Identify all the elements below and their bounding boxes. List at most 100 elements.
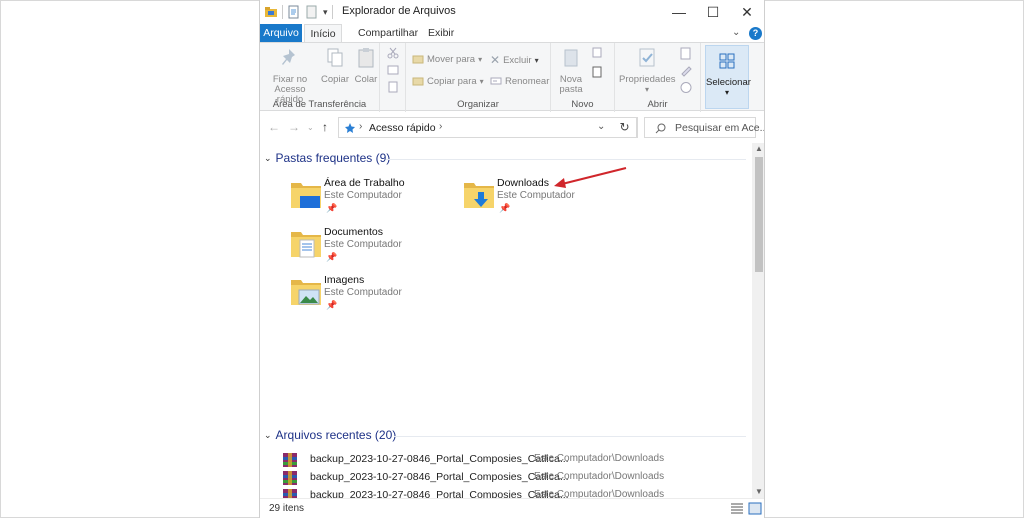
delete-label: Excluir: [503, 54, 532, 66]
breadcrumb-chevron-icon[interactable]: ›: [359, 121, 362, 132]
organize-group-label: Organizar: [457, 99, 499, 110]
details-view-icon[interactable]: [730, 502, 744, 515]
vertical-scrollbar[interactable]: ▲ ▼: [752, 143, 764, 498]
explorer-app-icon[interactable]: [264, 5, 278, 19]
recent-file-location: Este Computador\Downloads: [534, 471, 665, 482]
rename-button[interactable]: Renomear: [490, 75, 549, 87]
ribbon: Fixar no Acesso rápido Copiar Colar Área…: [260, 42, 764, 112]
pictures-folder-icon: [291, 280, 321, 305]
copy-to-button[interactable]: Copiar para ▾: [412, 75, 484, 87]
clipboard-group-label: Área de Transferência: [272, 99, 367, 110]
folder-tile-pictures[interactable]: Imagens Este Computador 📌: [290, 274, 450, 316]
close-button[interactable]: ✕: [730, 0, 764, 24]
organize-group: Mover para ▾ Copiar para ▾ ✕ Excluir ▾ Reno…: [405, 43, 551, 112]
recent-files-header[interactable]: ⌄ Arquivos recentes (20): [264, 428, 396, 442]
properties-button[interactable]: Propriedades ▾: [619, 47, 676, 95]
tab-compartilhar[interactable]: Compartilhar: [350, 24, 426, 43]
cut-icon[interactable]: [387, 47, 399, 59]
pinned-icon: 📌: [326, 300, 338, 310]
properties-icon: [639, 48, 655, 67]
open-group-label: Abrir: [647, 99, 668, 110]
move-to-label: Mover para: [427, 53, 476, 65]
qat-dropdown-icon[interactable]: ▾: [323, 7, 328, 18]
archive-file-icon: [283, 471, 297, 485]
paste-shortcut-icon[interactable]: [387, 81, 399, 93]
select-label: Selecionar: [706, 77, 751, 88]
rename-icon: [490, 77, 502, 85]
open-icon[interactable]: [679, 47, 693, 60]
address-bar[interactable]: › Acesso rápido › ⌄: [338, 117, 638, 138]
properties-label: Propriedades: [619, 74, 676, 85]
refresh-button[interactable]: ↻: [613, 117, 637, 138]
frequent-folders-title: Pastas frequentes (9): [275, 151, 391, 165]
recent-locations-icon[interactable]: ⌄: [307, 123, 314, 132]
folder-name: Imagens: [324, 274, 365, 286]
quick-access-star-icon: [345, 123, 355, 133]
file-explorer-window: ▾ Explorador de Arquivos — ☐ ✕ Arquivo I…: [259, 0, 765, 518]
easy-access-icon[interactable]: [591, 65, 605, 79]
recent-file-location: Este Computador\Downloads: [534, 489, 665, 498]
archive-file-icon: [283, 489, 297, 498]
recent-file-row[interactable]: backup_2023-10-27-0846_Portal_Composies_…: [280, 469, 752, 487]
properties-qat-icon[interactable]: [287, 5, 301, 19]
up-arrow-icon[interactable]: ↑: [322, 120, 328, 134]
recent-file-row[interactable]: backup_2023-10-27-0846_Portal_Composies_…: [280, 451, 752, 469]
tab-inicio[interactable]: Início: [304, 24, 342, 43]
new-folder-label-line2: pasta: [559, 84, 583, 95]
recent-file-name: backup_2023-10-27-0846_Portal_Composies_…: [310, 471, 569, 483]
large-icons-view-icon[interactable]: [748, 502, 762, 515]
tab-exibir[interactable]: Exibir: [420, 24, 462, 43]
copy-button[interactable]: Copiar: [320, 47, 350, 85]
folder-tile-documents[interactable]: Documentos Este Computador 📌: [290, 226, 450, 268]
collapse-chevron-icon[interactable]: ⌄: [264, 430, 272, 441]
edit-icon[interactable]: [679, 64, 693, 77]
help-icon[interactable]: ?: [749, 27, 762, 40]
new-group-label: Novo: [571, 99, 594, 110]
breadcrumb-chevron-icon[interactable]: ›: [439, 121, 442, 132]
recent-file-row[interactable]: backup_2023-10-27-0846_Portal_Composies_…: [280, 487, 752, 498]
copy-icon: [327, 48, 343, 67]
quick-access-toolbar: ▾: [264, 4, 333, 20]
pin-quick-access-button[interactable]: Fixar no Acesso rápido: [262, 47, 318, 105]
copy-to-icon: [412, 77, 424, 86]
pinned-icon: 📌: [326, 203, 338, 213]
new-folder-qat-icon[interactable]: [305, 5, 319, 19]
address-dropdown-icon[interactable]: ⌄: [597, 121, 605, 132]
maximize-button[interactable]: ☐: [696, 0, 730, 24]
desktop-folder-icon: [291, 183, 321, 208]
delete-button[interactable]: ✕ Excluir ▾: [490, 53, 539, 67]
search-input[interactable]: Pesquisar em Ace...: [644, 117, 764, 138]
scroll-up-icon[interactable]: ▲: [752, 143, 764, 155]
move-to-button[interactable]: Mover para ▾: [412, 53, 482, 65]
section-divider: [386, 159, 746, 160]
copy-path-icon[interactable]: [387, 64, 399, 76]
scrollbar-thumb[interactable]: [755, 157, 763, 272]
move-to-icon: [412, 55, 424, 64]
history-icon[interactable]: [679, 81, 693, 94]
title-bar: ▾ Explorador de Arquivos — ☐ ✕: [260, 0, 764, 24]
folder-location: Este Computador: [324, 190, 402, 201]
qat-separator: [282, 5, 283, 19]
recent-file-name: backup_2023-10-27-0846_Portal_Composies_…: [310, 489, 569, 498]
ribbon-collapse-icon[interactable]: ⌄: [732, 27, 740, 38]
scroll-down-icon[interactable]: ▼: [752, 486, 764, 498]
select-button[interactable]: Selecionar ▾: [705, 45, 751, 109]
minimize-button[interactable]: —: [662, 0, 696, 24]
forward-arrow-icon[interactable]: →: [288, 120, 300, 134]
recent-files-title: Arquivos recentes (20): [275, 428, 397, 442]
new-group: Nova pasta Novo: [551, 43, 615, 112]
archive-file-icon: [283, 453, 297, 467]
back-arrow-icon[interactable]: ←: [268, 120, 280, 134]
folder-tile-desktop[interactable]: Área de Trabalho Este Computador 📌: [290, 177, 450, 219]
recent-file-location: Este Computador\Downloads: [534, 453, 665, 464]
collapse-chevron-icon[interactable]: ⌄: [264, 153, 272, 164]
tab-arquivo[interactable]: Arquivo: [260, 24, 302, 43]
paste-label: Colar: [354, 74, 378, 85]
new-folder-button[interactable]: Nova pasta: [555, 47, 587, 95]
copy-to-label: Copiar para: [427, 75, 477, 87]
paste-button[interactable]: Colar: [352, 47, 380, 85]
pinned-icon: 📌: [499, 203, 511, 213]
qat-separator: [331, 5, 333, 19]
frequent-folders-header[interactable]: ⌄ Pastas frequentes (9): [264, 151, 390, 165]
new-item-icon[interactable]: [591, 47, 605, 59]
